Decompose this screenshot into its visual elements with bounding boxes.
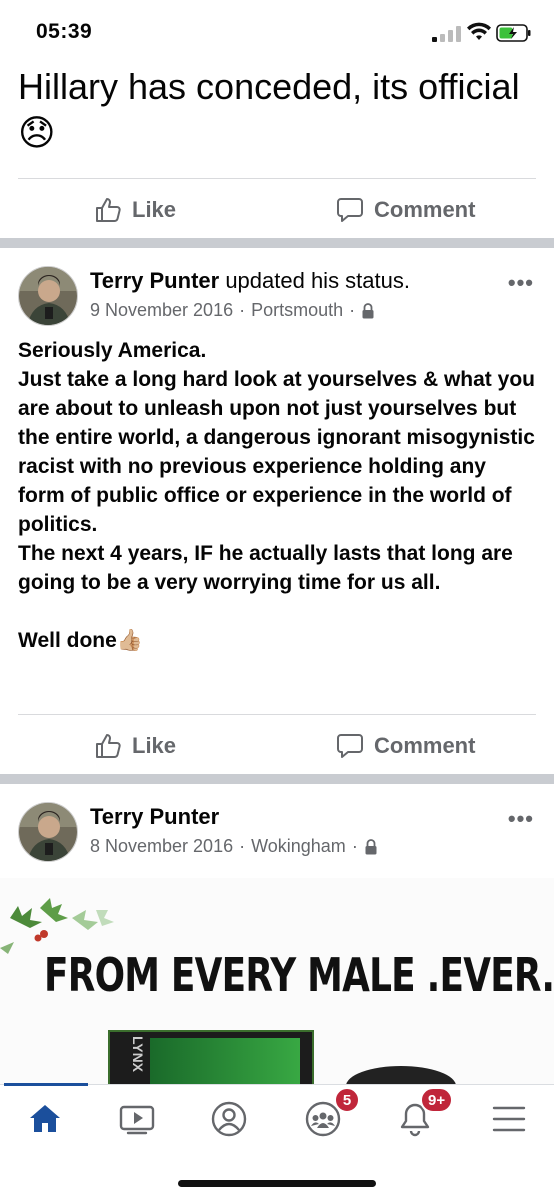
divider [18,714,536,715]
meta-separator: · [239,300,246,320]
profile-icon [211,1101,247,1137]
feed-separator [0,238,554,248]
cellular-signal-icon [432,26,461,42]
post-meta: 8 November 2016 · Wokingham · [90,836,378,857]
meta-separator: · [239,836,246,856]
meta-separator: · [349,300,356,320]
product-box: LYNX [108,1030,314,1084]
comment-label: Comment [374,197,476,222]
author-line: Terry Punter [90,804,219,830]
notifications-badge: 9+ [420,1087,454,1113]
post-location[interactable]: Portsmouth [251,300,343,321]
thumbs-up-icon [96,198,121,222]
image-headline: FROM EVERY MALE .EVER. [44,948,554,1002]
more-options-icon[interactable]: ••• [508,806,534,832]
groups-badge: 5 [334,1087,360,1113]
product-stripe [150,1038,300,1084]
post-actions: Like Comment [0,716,554,776]
post-location[interactable]: Wokingham [251,836,346,857]
active-tab-indicator [4,1083,88,1086]
like-button[interactable]: Like [94,716,176,776]
post-meta: 9 November 2016 · Portsmouth · [90,300,375,321]
divider [18,178,536,179]
tab-menu[interactable] [484,1099,534,1139]
author-action: updated his status. [225,268,410,293]
like-button[interactable]: Like [94,180,176,240]
profile-photo [19,267,77,325]
avatar[interactable] [18,266,78,326]
avatar[interactable] [18,802,78,862]
post-date[interactable]: 8 November 2016 [90,836,233,857]
post-date[interactable]: 9 November 2016 [90,300,233,321]
status-bar: 05:39 [0,0,554,64]
author-name[interactable]: Terry Punter [90,268,219,293]
comment-bubble-icon [337,198,363,222]
like-label: Like [132,197,177,222]
feed-separator [0,774,554,784]
post-header: Terry Punter 8 November 2016 · Wokingham… [0,802,554,872]
comment-button[interactable]: Comment [336,180,475,240]
home-icon [30,1105,60,1132]
post-text: Hillary has conceded, its official 😞 [18,66,520,153]
post-image[interactable]: FROM EVERY MALE .EVER. LYNX [0,878,554,1084]
tab-notifications[interactable]: 9+ [390,1087,454,1139]
post-body: Seriously America. Just take a long hard… [18,339,535,652]
product-brand: LYNX [130,1035,147,1073]
comment-bubble-icon [337,734,363,758]
thumbs-up-icon [96,734,121,758]
author-line: Terry Punter updated his status. [90,268,410,294]
home-indicator [178,1180,376,1187]
more-options-icon[interactable]: ••• [508,270,534,296]
tab-home[interactable] [20,1099,70,1139]
tab-profile[interactable] [204,1099,254,1139]
video-icon [119,1105,155,1135]
wifi-icon [467,22,491,40]
tab-watch[interactable] [112,1099,162,1139]
product-can [346,1066,456,1084]
battery-charging-icon [496,24,531,42]
comment-button[interactable]: Comment [336,716,475,776]
comment-label: Comment [374,733,476,758]
like-label: Like [132,733,177,758]
post-header: Terry Punter updated his status. 9 Novem… [0,266,554,336]
lock-icon [362,302,374,318]
profile-photo [19,803,77,861]
author-name[interactable]: Terry Punter [90,804,219,829]
lock-icon [365,838,377,854]
meta-separator: · [351,836,358,856]
menu-icon [492,1106,526,1132]
post-actions: Like Comment [0,180,554,240]
status-time: 05:39 [36,20,93,43]
tab-groups[interactable]: 5 [298,1087,360,1139]
